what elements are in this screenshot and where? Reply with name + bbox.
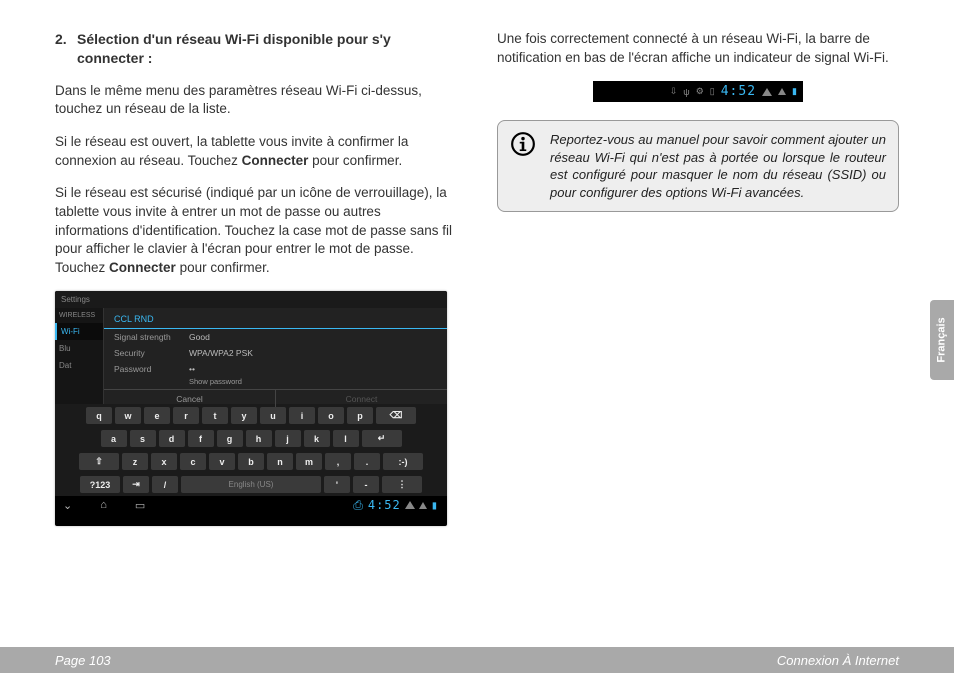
key-g[interactable]: g: [217, 430, 243, 447]
usb-icon: ψ: [683, 87, 689, 97]
sidebar-item-bluetooth[interactable]: Blu: [55, 340, 103, 357]
sidebar-header: WIRELESS: [55, 308, 103, 323]
key-tab[interactable]: ⇥: [123, 476, 149, 493]
clock-time: 4:52: [721, 84, 756, 99]
key-q[interactable]: q: [86, 407, 112, 424]
key-l[interactable]: l: [333, 430, 359, 447]
key-menu-icon[interactable]: ⋮: [382, 476, 422, 493]
security-label: Security: [114, 348, 189, 358]
security-value: WPA/WPA2 PSK: [189, 348, 253, 358]
key-a[interactable]: a: [101, 430, 127, 447]
connect-button[interactable]: Connect: [276, 390, 447, 408]
info-icon: [510, 131, 538, 201]
wifi-dialog-screenshot: Settings WIRELESS Wi-Fi Blu Dat CCL RND …: [55, 291, 447, 526]
wifi-connect-dialog: CCL RND Signal strengthGood SecurityWPA/…: [104, 308, 447, 404]
notification-bar-image: ⇩ ψ ⚙ ▯ 4:52 ▮: [593, 81, 803, 102]
section-heading: 2. Sélection d'un réseau Wi-Fi disponibl…: [55, 30, 457, 68]
paragraph: Si le réseau est ouvert, la tablette vou…: [55, 133, 457, 170]
key-v[interactable]: v: [209, 453, 235, 470]
key-b[interactable]: b: [238, 453, 264, 470]
key-y[interactable]: y: [231, 407, 257, 424]
key-⌫[interactable]: ⌫: [376, 407, 416, 424]
heading-text: Sélection d'un réseau Wi-Fi disponible p…: [77, 30, 457, 68]
show-password-checkbox[interactable]: Show password: [104, 377, 447, 389]
bold-action: Connecter: [109, 260, 176, 275]
cancel-button[interactable]: Cancel: [104, 390, 276, 408]
key-w[interactable]: w: [115, 407, 141, 424]
key-space[interactable]: English (US): [181, 476, 321, 493]
info-text: Reportez-vous au manuel pour savoir comm…: [550, 131, 886, 201]
onscreen-keyboard[interactable]: qwertyuiop⌫ asdfghjkl↵ ⇧zxcvbnm,.:-) ?12…: [55, 404, 447, 496]
key-j[interactable]: j: [275, 430, 301, 447]
signal-icon: [419, 502, 427, 509]
key-f[interactable]: f: [188, 430, 214, 447]
android-navbar: ⌄ ⌂ ▭ ⎙ 4:52 ▮: [55, 496, 447, 514]
signal-strength-label: Signal strength: [114, 332, 189, 342]
sidebar-item-wifi[interactable]: Wi-Fi: [55, 323, 103, 340]
bold-action: Connecter: [242, 153, 309, 168]
key-⇧[interactable]: ⇧: [79, 453, 119, 470]
key-:-)[interactable]: :-): [383, 453, 423, 470]
usb-icon: ⎙: [353, 498, 364, 513]
settings-label: Settings: [61, 295, 90, 304]
download-icon: ⇩: [670, 86, 678, 97]
key-p[interactable]: p: [347, 407, 373, 424]
key-,[interactable]: ,: [325, 453, 351, 470]
key-e[interactable]: e: [144, 407, 170, 424]
password-field[interactable]: ••: [189, 364, 195, 374]
key-s[interactable]: s: [130, 430, 156, 447]
signal-icon: [778, 88, 786, 95]
key-apostrophe[interactable]: ': [324, 476, 350, 493]
debug-icon: ⚙: [696, 86, 704, 97]
sd-icon: ▯: [710, 86, 715, 97]
nav-home-icon[interactable]: ⌂: [100, 499, 107, 512]
key-symbols[interactable]: ?123: [80, 476, 120, 493]
key-h[interactable]: h: [246, 430, 272, 447]
signal-strength-value: Good: [189, 332, 210, 342]
sidebar-item-data[interactable]: Dat: [55, 357, 103, 374]
key-c[interactable]: c: [180, 453, 206, 470]
battery-icon: ▮: [431, 498, 439, 512]
section-title: Connexion À Internet: [777, 653, 899, 668]
key-.[interactable]: .: [354, 453, 380, 470]
battery-icon: ▮: [792, 86, 797, 97]
key-d[interactable]: d: [159, 430, 185, 447]
wifi-icon: [762, 88, 772, 96]
key-z[interactable]: z: [122, 453, 148, 470]
language-tab: Français: [930, 300, 954, 380]
paragraph: Une fois correctement connecté à un rése…: [497, 30, 899, 67]
key-i[interactable]: i: [289, 407, 315, 424]
paragraph: Si le réseau est sécurisé (indiqué par u…: [55, 184, 457, 277]
key-↵[interactable]: ↵: [362, 430, 402, 447]
heading-number: 2.: [55, 30, 77, 68]
dialog-title: CCL RND: [104, 308, 447, 329]
key-m[interactable]: m: [296, 453, 322, 470]
key-n[interactable]: n: [267, 453, 293, 470]
page-number: Page 103: [55, 653, 111, 668]
key-x[interactable]: x: [151, 453, 177, 470]
nav-recent-icon[interactable]: ▭: [135, 499, 145, 512]
key-o[interactable]: o: [318, 407, 344, 424]
settings-sidebar: WIRELESS Wi-Fi Blu Dat: [55, 308, 104, 404]
key-u[interactable]: u: [260, 407, 286, 424]
key-r[interactable]: r: [173, 407, 199, 424]
paragraph: Dans le même menu des paramètres réseau …: [55, 82, 457, 119]
key-slash[interactable]: /: [152, 476, 178, 493]
key-k[interactable]: k: [304, 430, 330, 447]
info-callout: Reportez-vous au manuel pour savoir comm…: [497, 120, 899, 212]
page-footer: Page 103 Connexion À Internet: [0, 647, 954, 673]
password-label: Password: [114, 364, 189, 374]
key-t[interactable]: t: [202, 407, 228, 424]
key-dash[interactable]: -: [353, 476, 379, 493]
nav-back-icon[interactable]: ⌄: [63, 499, 72, 512]
wifi-icon: [405, 501, 415, 509]
clock-time: 4:52: [368, 498, 401, 512]
